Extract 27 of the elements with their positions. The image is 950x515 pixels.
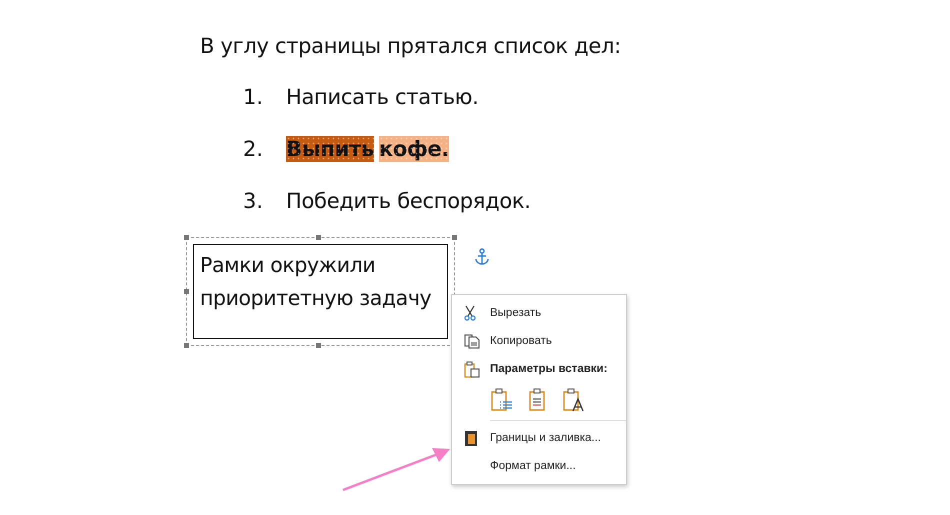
menu-item[interactable]: Границы и заливка... (452, 424, 626, 452)
paste-list-icon[interactable] (490, 388, 514, 412)
framed-text: Рамки окружили приоритетную задачу (193, 244, 448, 339)
resize-handle[interactable] (184, 343, 189, 348)
shaded-text: кофе. (378, 136, 450, 162)
resize-handle[interactable] (184, 235, 189, 240)
resize-handle[interactable] (316, 235, 321, 240)
copy-icon (464, 333, 480, 349)
menu-section-header: Параметры вставки: (490, 363, 608, 375)
resize-handle[interactable] (452, 235, 457, 240)
menu-item[interactable]: Формат рамки... (452, 452, 626, 480)
scissors-icon (464, 305, 476, 321)
menu-item[interactable]: Вырезать (452, 299, 626, 327)
menu-item[interactable]: Копировать (452, 327, 626, 355)
heading-text: В углу страницы прятался список дел: (200, 34, 622, 58)
paste-text-icon[interactable] (562, 388, 586, 412)
anchor-icon[interactable] (474, 248, 490, 266)
list-item-text: Написать статью. (286, 84, 479, 110)
list-number: 2. (243, 137, 264, 161)
clipboard-icon (464, 360, 480, 378)
list-number: 1. (243, 85, 264, 109)
shaded-text: Выпить (286, 136, 374, 162)
page-border-icon (464, 430, 478, 446)
resize-handle[interactable] (316, 343, 321, 348)
list-number: 3. (243, 189, 264, 213)
resize-handle[interactable] (184, 289, 189, 294)
list-item-text: Победить беспорядок. (286, 188, 531, 214)
